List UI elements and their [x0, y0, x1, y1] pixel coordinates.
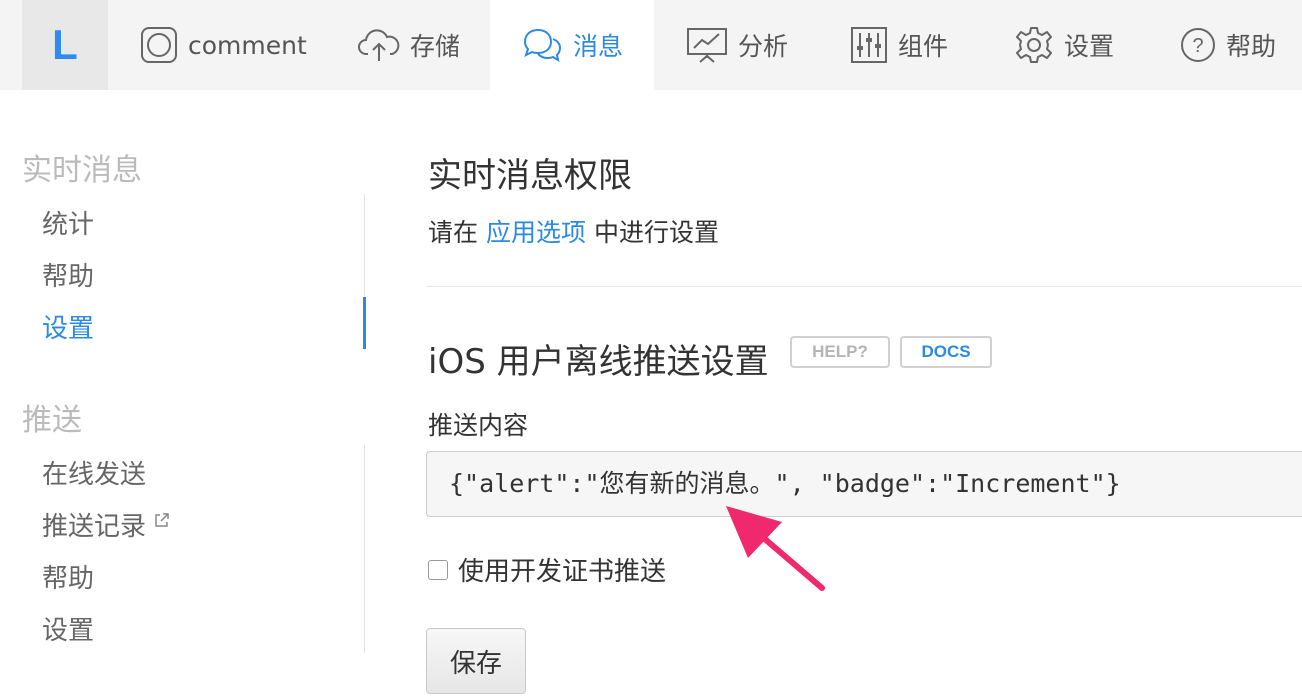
external-link-icon — [155, 512, 169, 527]
app-logo[interactable]: L — [22, 0, 108, 90]
cloud-upload-icon — [358, 29, 400, 61]
push-content-input[interactable]: {"alert":"您有新的消息。", "badge":"Increment"} — [426, 451, 1302, 517]
push-content-label: 推送内容 — [428, 411, 529, 440]
nav-label-help: 帮助 — [1226, 32, 1277, 61]
sidebar: 实时消息 统计 帮助 设置 推送 在线发送 推送记录 帮助 设置 — [0, 90, 366, 700]
sidebar-item-push-help[interactable]: 帮助 — [42, 558, 94, 595]
nav-label-comment: comment — [188, 30, 307, 60]
docs-tag-button[interactable]: DOCS — [900, 336, 992, 368]
nav-label-storage: 存储 — [410, 32, 461, 61]
sidebar-section-push-title: 推送 — [22, 403, 82, 438]
ios-push-title: iOS 用户离线推送设置 — [428, 342, 769, 382]
nav-label-settings: 设置 — [1064, 32, 1115, 61]
nav-label-components: 组件 — [898, 32, 949, 61]
help-circle-icon: ? — [1181, 28, 1215, 62]
sidebar-item-push-settings[interactable]: 设置 — [42, 610, 94, 647]
sidebar-item-stats[interactable]: 统计 — [42, 204, 94, 241]
app-options-link[interactable]: 应用选项 — [486, 218, 586, 247]
sidebar-item-realtime-help[interactable]: 帮助 — [42, 256, 94, 293]
chart-presentation-icon — [687, 28, 727, 63]
section-divider — [426, 286, 1302, 287]
permission-title: 实时消息权限 — [428, 156, 632, 196]
sidebar-active-indicator — [363, 297, 366, 349]
top-nav: L comment 存储 消息 分析 组件 设置 ? 帮助 — [0, 0, 1302, 90]
svg-text:?: ? — [1192, 35, 1203, 57]
sidebar-divider — [364, 445, 365, 653]
nav-label-messages: 消息 — [572, 32, 623, 61]
chat-bubbles-icon — [523, 28, 561, 63]
nav-item-components[interactable]: 组件 — [850, 0, 948, 90]
dev-cert-checkbox[interactable] — [428, 560, 448, 580]
save-button[interactable]: 保存 — [426, 628, 526, 694]
nav-item-messages[interactable]: 消息 — [490, 0, 654, 90]
nav-item-storage[interactable]: 存储 — [358, 0, 460, 90]
nav-item-help[interactable]: ? 帮助 — [1180, 0, 1276, 90]
sidebar-item-realtime-settings[interactable]: 设置 — [42, 308, 94, 345]
permission-hint: 请在 应用选项 中进行设置 — [428, 213, 719, 249]
sliders-icon — [851, 27, 887, 63]
nav-item-comment[interactable]: comment — [140, 0, 307, 90]
sidebar-item-label: 推送记录 — [42, 512, 147, 542]
nav-item-analytics[interactable]: 分析 — [686, 0, 788, 90]
permission-prefix: 请在 — [428, 218, 479, 247]
sidebar-item-push-records[interactable]: 推送记录 — [42, 506, 170, 543]
nav-item-settings[interactable]: 设置 — [1014, 0, 1114, 90]
sidebar-section-realtime-title: 实时消息 — [22, 153, 142, 188]
nav-label-analytics: 分析 — [738, 32, 789, 61]
dev-cert-label: 使用开发证书推送 — [458, 557, 667, 587]
permission-suffix: 中进行设置 — [593, 218, 719, 247]
app-square-icon — [141, 27, 177, 63]
help-tag-button[interactable]: HELP? — [790, 336, 890, 368]
sidebar-item-online-send[interactable]: 在线发送 — [42, 454, 146, 491]
gear-icon — [1016, 27, 1052, 63]
app-logo-letter: L — [52, 21, 78, 68]
